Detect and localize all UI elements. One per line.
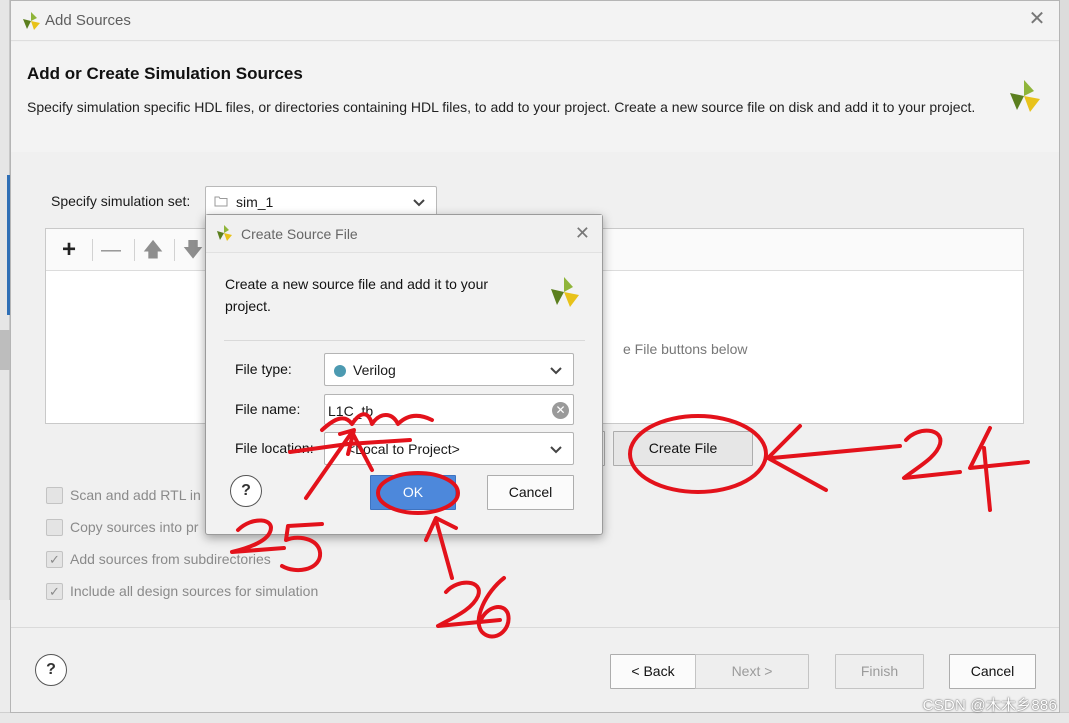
arrow-up-icon[interactable]: 🡅 [142,239,164,261]
file-type-value: Verilog [353,362,396,378]
page-description: Specify simulation specific HDL files, o… [27,99,976,115]
create-source-form: File type: Verilog File name: L1C_tb ✕ F… [224,340,585,470]
plus-icon[interactable]: + [58,238,80,262]
checkbox-checked[interactable]: ✓ [46,583,63,600]
cancel-button[interactable]: Cancel [949,654,1036,689]
create-source-titlebar: Create Source File ✕ [206,215,602,253]
file-location-value: <Local to Project> [347,441,460,457]
footer-divider [11,627,1059,628]
arrow-down-icon[interactable]: 🡇 [182,239,204,261]
dialog-titlebar: Add Sources ✕ [11,1,1059,41]
background-panel-header [0,330,10,370]
close-icon[interactable]: ✕ [1027,9,1047,29]
ok-button[interactable]: OK [370,475,456,510]
background-selection-bar [0,175,10,315]
help-button[interactable]: ? [230,475,262,507]
create-source-file-dialog: Create Source File ✕ Create a new source… [205,214,603,535]
minus-icon[interactable]: — [100,239,122,261]
back-button[interactable]: < Back [610,654,696,689]
toolbar-divider [92,239,93,261]
simulation-set-value: sim_1 [236,194,274,210]
page-title: Add or Create Simulation Sources [27,64,303,83]
csdn-watermark: CSDN @木木乡886 [922,697,1057,714]
create-source-description: Create a new source file and add it to y… [225,276,489,314]
inner-cancel-button[interactable]: Cancel [487,475,574,510]
background-bottom-edge [0,712,1069,723]
vivado-logo-icon [1010,80,1040,112]
vivado-logo-icon [23,12,40,30]
chevron-down-icon [550,367,562,375]
file-location-label: File location: [235,440,314,456]
page-header: Add or Create Simulation Sources Specify… [11,42,1059,152]
close-icon[interactable]: ✕ [575,223,590,244]
checkbox-checked[interactable]: ✓ [46,551,63,568]
vivado-logo-icon [551,277,579,307]
background-window-edge [0,0,10,723]
chevron-down-icon [413,199,425,207]
background-grid [0,600,10,723]
finish-button[interactable]: Finish [835,654,924,689]
folder-icon [214,196,228,207]
chevron-down-icon [550,446,562,454]
checkbox[interactable] [46,519,63,536]
file-name-input[interactable]: L1C_tb ✕ [324,394,574,425]
dialog-title: Add Sources [45,12,131,29]
file-name-value: L1C_tb [328,403,374,419]
create-file-button[interactable]: Create File [613,431,753,466]
checkbox[interactable] [46,487,63,504]
simulation-set-label: Specify simulation set: [51,193,191,209]
clear-icon[interactable]: ✕ [552,402,569,419]
simulation-set-select[interactable]: sim_1 [205,186,437,217]
help-button[interactable]: ? [35,654,67,686]
create-source-title: Create Source File [241,226,358,242]
toolbar-divider [174,239,175,261]
verilog-icon [334,365,346,377]
file-location-select[interactable]: <Local to Project> [324,432,574,465]
vivado-logo-icon [217,225,232,241]
file-name-label: File name: [235,401,301,417]
file-type-label: File type: [235,361,292,377]
file-type-select[interactable]: Verilog [324,353,574,386]
next-button[interactable]: Next > [695,654,809,689]
files-empty-hint: e File buttons below [623,341,748,357]
toolbar-divider [134,239,135,261]
